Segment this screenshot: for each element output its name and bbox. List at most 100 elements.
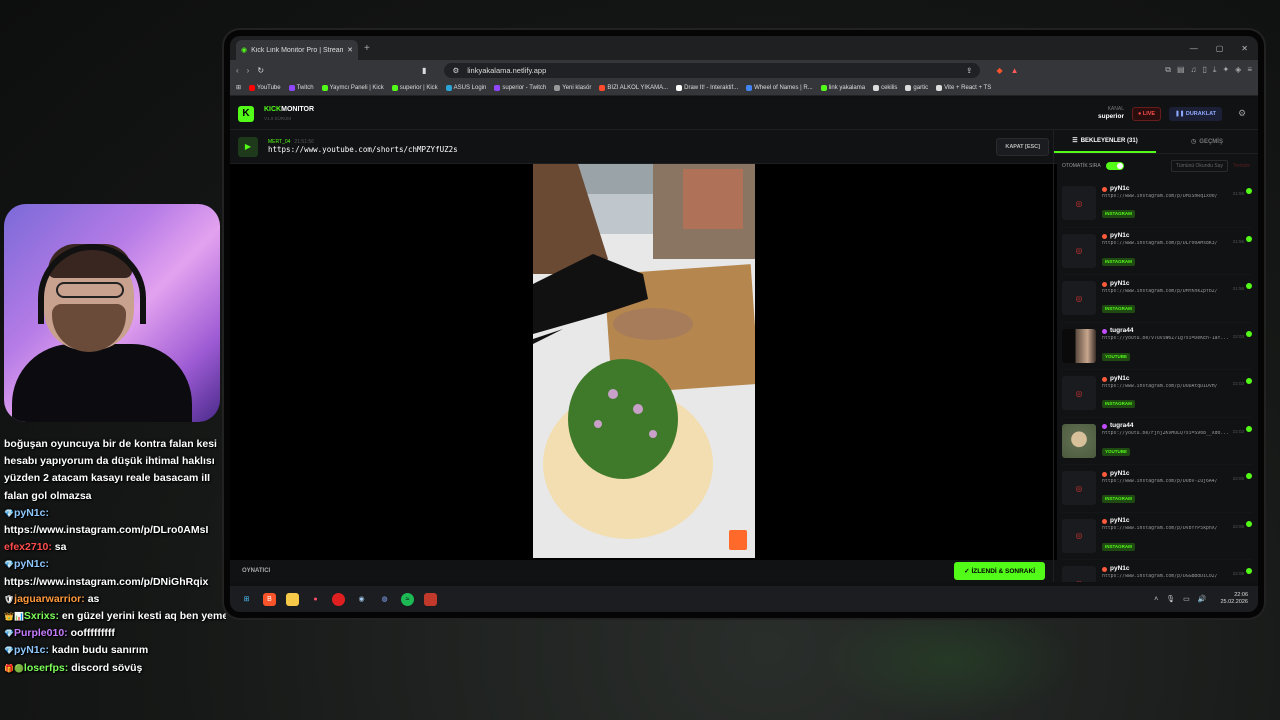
platform-tag: YOUTUBE <box>1102 352 1131 361</box>
apps-grid-icon[interactable]: ⊞ <box>236 84 241 91</box>
chat-badge-icon: 💎 <box>4 560 14 570</box>
mic-icon[interactable]: 🎙 <box>1166 595 1175 603</box>
new-tab-icon[interactable]: + <box>364 43 370 54</box>
forward-icon[interactable]: › <box>247 66 250 75</box>
player-footer: OYNATICI ✓ İZLENDİ & SONRAKİ <box>230 560 1057 582</box>
bookmark-item[interactable]: Wheel of Names | R... <box>746 84 813 91</box>
tray-up-icon[interactable]: ˄ <box>1154 596 1158 603</box>
kick-logo-icon: K <box>238 105 254 122</box>
bookmark-item[interactable]: Vite + React + TS <box>936 84 991 91</box>
menu-icon[interactable]: ≡ <box>1247 65 1252 75</box>
queue-item[interactable]: ◎ pyN1c https://www.instagram.com/p/DODAtq… <box>1062 370 1252 418</box>
record-app-icon[interactable] <box>332 592 345 606</box>
settings-icon[interactable]: ⚙ <box>1238 108 1250 120</box>
address-bar[interactable]: ⚙ linkyakalama.netlify.app ⇪ <box>444 62 981 78</box>
download-icon[interactable]: ⤓ <box>1213 65 1217 75</box>
brave-browser-icon[interactable]: B <box>263 592 276 606</box>
reading-list-icon[interactable]: ▤ <box>1177 65 1185 75</box>
url-text: linkyakalama.netlify.app <box>467 65 547 75</box>
auto-queue-toggle[interactable] <box>1105 162 1124 170</box>
volume-icon[interactable]: 🔊 <box>1198 595 1207 603</box>
play-icon: ▶ <box>238 136 258 157</box>
queue-item[interactable]: tugra44 https://youtu.be/v7uviW6Z71g?si=D… <box>1062 323 1252 370</box>
current-link[interactable]: https://www.youtube.com/shorts/chMPZYfUZ… <box>268 145 458 154</box>
close-button[interactable]: KAPAT [ESC] <box>996 137 1049 156</box>
platform-dot-icon <box>1102 234 1107 240</box>
file-explorer-icon[interactable] <box>286 592 299 606</box>
bookmark-item[interactable]: YouTube <box>249 84 281 91</box>
windows-start-icon[interactable]: ⊞ <box>240 593 253 606</box>
tab-history[interactable]: ◷ GEÇMİŞ <box>1156 130 1258 153</box>
watched-next-button[interactable]: ✓ İZLENDİ & SONRAKİ <box>954 562 1045 580</box>
queue-item[interactable]: ◎ pyN1chttps://www.instagram.com/p/DGGBBd… <box>1062 560 1252 582</box>
chat-message: 💎Purple010: oofffffffff <box>4 625 226 642</box>
bookmark-icon[interactable]: ▮ <box>422 66 426 75</box>
live-badge[interactable]: ● LIVE <box>1132 106 1162 121</box>
live-label: LIVE <box>1142 110 1156 117</box>
bookmark-item[interactable]: superior - Twitch <box>494 84 546 91</box>
bookmark-item[interactable]: Yaymcı Paneli | Kick <box>321 84 384 91</box>
bookmark-item[interactable]: cekilis <box>873 84 898 91</box>
vpn-icon[interactable]: ◈ <box>1235 65 1241 75</box>
queue-item[interactable]: ◎ pyN1c https://www.instagram.com/p/DVbYYP… <box>1062 513 1252 560</box>
chat-username: Purple010: <box>13 627 68 640</box>
chat-text: oofffffffff <box>70 627 115 640</box>
brave-rewards-icon[interactable]: ▲ <box>1011 66 1019 75</box>
chat-message: 💎pyN1c: <box>4 556 226 573</box>
back-icon[interactable]: ‹ <box>236 66 239 75</box>
share-icon[interactable]: ⇪ <box>966 66 972 75</box>
bookmark-favicon-icon <box>321 84 328 91</box>
tab-close-icon[interactable]: ✕ <box>347 46 353 54</box>
queue-item[interactable]: ◎ pyN1c https://www.instagram.com/p/DLro0A… <box>1062 228 1252 275</box>
sidebar-icon[interactable]: ▯ <box>1203 65 1207 75</box>
video-frame[interactable] <box>533 164 755 558</box>
tab-waiting[interactable]: ☰ BEKLEYENLER (31) <box>1054 130 1156 153</box>
extension-icon[interactable]: ⧉ <box>1165 65 1171 75</box>
app-icon[interactable] <box>424 592 437 606</box>
status-dot <box>1246 235 1252 242</box>
pause-button[interactable]: ❚❚ DURAKLAT <box>1169 106 1222 121</box>
player-label: OYNATICI <box>242 568 271 574</box>
browser-tab[interactable]: ◉ Kick Link Monitor Pro | Stream D ✕ <box>236 40 358 60</box>
spotify-icon[interactable]: ≈ <box>401 592 414 606</box>
bookmark-item[interactable]: link yakalama <box>820 84 865 91</box>
bookmark-item[interactable]: superior | Kick <box>391 84 438 91</box>
mark-all-read-button[interactable]: Tümünü Okundu Say <box>1170 160 1229 172</box>
maps-pin-icon[interactable]: ● <box>309 593 322 606</box>
media-icon[interactable]: ♫ <box>1191 65 1197 75</box>
bookmark-item[interactable]: BIZI ALKOL YIKAMA... <box>599 84 668 91</box>
bookmark-favicon-icon <box>936 84 943 91</box>
queue-item[interactable]: ◎ pyN1c https://www.instagram.com/p/DObv-Z… <box>1062 465 1252 513</box>
bookmark-favicon-icon <box>746 84 753 91</box>
clear-button[interactable]: Temizle <box>1233 163 1250 169</box>
bookmark-item[interactable]: Yeni klasör <box>554 84 591 91</box>
platform-dot-icon <box>1102 424 1107 430</box>
chat-text: as <box>87 592 100 605</box>
obs-icon[interactable]: ◍ <box>378 593 391 606</box>
bookmark-label: cekilis <box>881 84 898 91</box>
queue-user: pyN1c <box>1110 374 1130 382</box>
queue-item[interactable]: tugra44 https://youtu.be/Fjnj2KvMULQ?si=S… <box>1062 418 1252 465</box>
clock[interactable]: 22:06 25.02.2026 <box>1220 592 1248 605</box>
brave-shield-icon[interactable]: ◆ <box>996 66 1002 75</box>
puzzle-icon[interactable]: ✦ <box>1222 65 1229 75</box>
queue-item[interactable]: ◎ pyN1c https://www.instagram.com/p/DMiShR… <box>1062 180 1252 228</box>
steam-icon[interactable]: ◉ <box>355 593 368 606</box>
site-info-icon[interactable]: ⚙ <box>452 66 459 75</box>
window-close-icon[interactable]: ✕ <box>1241 44 1248 53</box>
bookmark-item[interactable]: ASUS Login <box>445 84 486 91</box>
status-dot <box>1246 188 1252 194</box>
minimize-icon[interactable]: — <box>1190 44 1198 53</box>
video-player[interactable] <box>230 164 1057 560</box>
queue-item[interactable]: ◎ pyN1c https://www.instagram.com/p/DMYKnk… <box>1062 275 1252 323</box>
bookmark-item[interactable]: Twitch <box>288 84 314 91</box>
bookmark-item[interactable]: Draw It! - Interaktif... <box>676 84 738 91</box>
maximize-icon[interactable]: ▢ <box>1216 44 1224 53</box>
auto-queue-row: OTOMATİK SIRA Tümünü Okundu Say Temizle <box>1054 154 1258 178</box>
bookmark-favicon-icon <box>288 84 295 91</box>
bookmark-item[interactable]: gartic <box>905 84 928 91</box>
reload-icon[interactable]: ↻ <box>257 66 264 75</box>
chat-text: sa <box>54 541 67 554</box>
monitor-icon[interactable]: ▭ <box>1183 595 1190 603</box>
queue-time: 22:03 <box>1232 428 1244 434</box>
